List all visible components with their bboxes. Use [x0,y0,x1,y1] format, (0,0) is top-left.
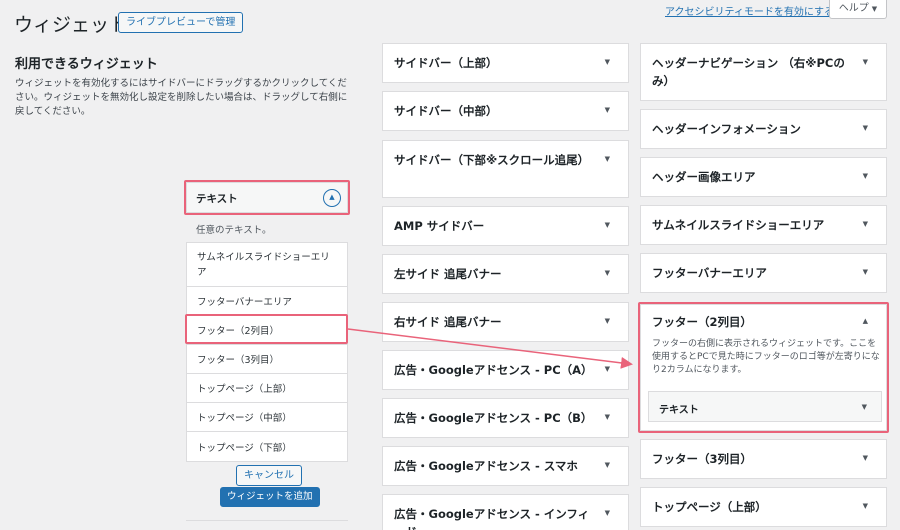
widget-area[interactable]: 広告・Googleアドセンス - PC（A） ▼ [382,350,629,390]
widget-area[interactable]: フッターバナーエリア ▼ [640,253,887,293]
widget-area-title: サムネイルスライドショーエリア [652,218,825,232]
triangle-down-icon: ▼ [604,365,610,373]
triangle-down-icon: ▼ [604,155,610,163]
widget-area-title: 広告・Googleアドセンス - インフィード [394,507,590,530]
widget-area[interactable]: フッター（3列目） ▼ [640,439,887,479]
triangle-down-icon: ▼ [871,5,878,13]
available-widgets-heading: 利用できるウィジェット [15,57,158,72]
widget-area-title: フッター（2列目） [652,315,753,329]
widget-area-title: ヘッダー画像エリア [652,170,756,184]
widget-area-title: フッターバナーエリア [652,266,767,280]
widget-area[interactable]: ヘッダーインフォメーション ▼ [640,109,887,149]
help-tab[interactable]: ヘルプ ▼ [829,0,887,19]
triangle-up-icon[interactable]: ▲ [863,317,868,325]
divider [186,520,348,521]
chevron-up-circle-icon[interactable]: ▲ [323,189,341,207]
add-widget-button[interactable]: ウィジェットを追加 [220,487,320,507]
triangle-down-icon: ▼ [604,461,610,469]
chooser-item-selected[interactable]: フッター（2列目） [187,316,347,345]
triangle-down-icon: ▼ [862,220,868,228]
widget-area[interactable]: 右サイド 追尾バナー ▼ [382,302,629,342]
triangle-down-icon: ▼ [604,106,610,114]
triangle-down-icon: ▼ [604,58,610,66]
widget-area-title: サイドバー（下部※スクロール追尾） [394,153,590,167]
widget-area-title: 広告・Googleアドセンス - PC（A） [394,363,593,377]
triangle-down-icon: ▼ [862,454,868,462]
available-widgets-description: ウィジェットを有効化するにはサイドバーにドラッグするかクリックしてください。ウィ… [15,78,348,117]
text-widget-title: テキスト [196,193,238,205]
triangle-down-icon: ▼ [604,509,610,517]
widget-area-title: ヘッダーインフォメーション [652,122,801,136]
widget-area[interactable]: ヘッダーナビゲーション （右※PCのみ） ▼ [640,43,887,101]
cancel-button[interactable]: キャンセル [236,465,302,486]
accessibility-mode-link[interactable]: アクセシビリティモードを有効にする [665,3,834,18]
widget-area-footer-2[interactable]: フッター（2列目） ▲ フッターの右側に表示されるウィジェットです。ここを使用す… [640,304,887,431]
widget-area-title: サイドバー（上部） [394,56,498,70]
triangle-down-icon: ▼ [862,502,868,510]
widget-area[interactable]: トップページ（上部） ▼ [640,487,887,527]
triangle-down-icon: ▼ [862,124,868,132]
widget-area-title: フッター（3列目） [652,452,753,466]
widget-area-title: 右サイド 追尾バナー [394,315,502,329]
widget-area[interactable]: 左サイド 追尾バナー ▼ [382,254,629,294]
text-widget-description: 任意のテキスト。 [196,225,272,236]
triangle-down-icon: ▼ [604,221,610,229]
widget-area[interactable]: ヘッダー画像エリア ▼ [640,157,887,197]
widget-area-title: 左サイド 追尾バナー [394,267,502,281]
widget-area-chooser: サムネイルスライドショーエリア フッターバナーエリア フッター（2列目） フッタ… [186,242,348,462]
widget-area-title: サイドバー（中部） [394,104,498,118]
widget-area[interactable]: AMP サイドバー ▼ [382,206,629,246]
widget-area[interactable]: サイドバー（下部※スクロール追尾） ▼ [382,140,629,198]
widget-area[interactable]: サイドバー（中部） ▼ [382,91,629,131]
triangle-down-icon: ▼ [862,268,868,276]
widget-area-title: AMP サイドバー [394,219,485,233]
help-label: ヘルプ [838,3,869,14]
widget-area[interactable]: サイドバー（上部） ▼ [382,43,629,83]
widget-area[interactable]: 広告・Googleアドセンス - インフィード ▼ [382,494,629,530]
live-preview-button[interactable]: ライブプレビューで管理 [118,12,244,33]
chooser-item[interactable]: トップページ（上部） [187,374,347,403]
chooser-item[interactable]: フッターバナーエリア [187,287,347,316]
triangle-down-icon: ▼ [604,413,610,421]
chooser-item[interactable]: トップページ（中部） [187,403,347,432]
widget-area-title: 広告・Googleアドセンス - PC（B） [394,411,593,425]
triangle-down-icon: ▼ [604,269,610,277]
widget-area[interactable]: 広告・Googleアドセンス - PC（B） ▼ [382,398,629,438]
triangle-down-icon: ▼ [862,58,868,66]
chooser-item[interactable]: サムネイルスライドショーエリア [187,243,347,287]
triangle-down-icon: ▼ [862,172,868,180]
widget-area-title: 広告・Googleアドセンス - スマホ [394,459,578,473]
triangle-down-icon[interactable]: ▼ [862,403,867,411]
widget-area[interactable]: 広告・Googleアドセンス - スマホ ▼ [382,446,629,486]
triangle-down-icon: ▼ [604,317,610,325]
placed-widget[interactable]: テキスト ▼ [648,391,882,422]
placed-widget-title: テキスト [659,405,699,416]
widget-area-description: フッターの右側に表示されるウィジェットです。ここを使用するとPCで見た時にフッタ… [652,339,880,375]
widget-area[interactable]: サムネイルスライドショーエリア ▼ [640,205,887,245]
page-title: ウィジェット [14,14,129,36]
widget-area-title: ヘッダーナビゲーション （右※PCのみ） [652,56,845,88]
chooser-item[interactable]: フッター（3列目） [187,345,347,374]
text-widget-header[interactable]: テキスト ▲ [186,182,348,213]
widget-area-title: トップページ（上部） [652,500,767,514]
chooser-item[interactable]: トップページ（下部） [187,432,347,461]
